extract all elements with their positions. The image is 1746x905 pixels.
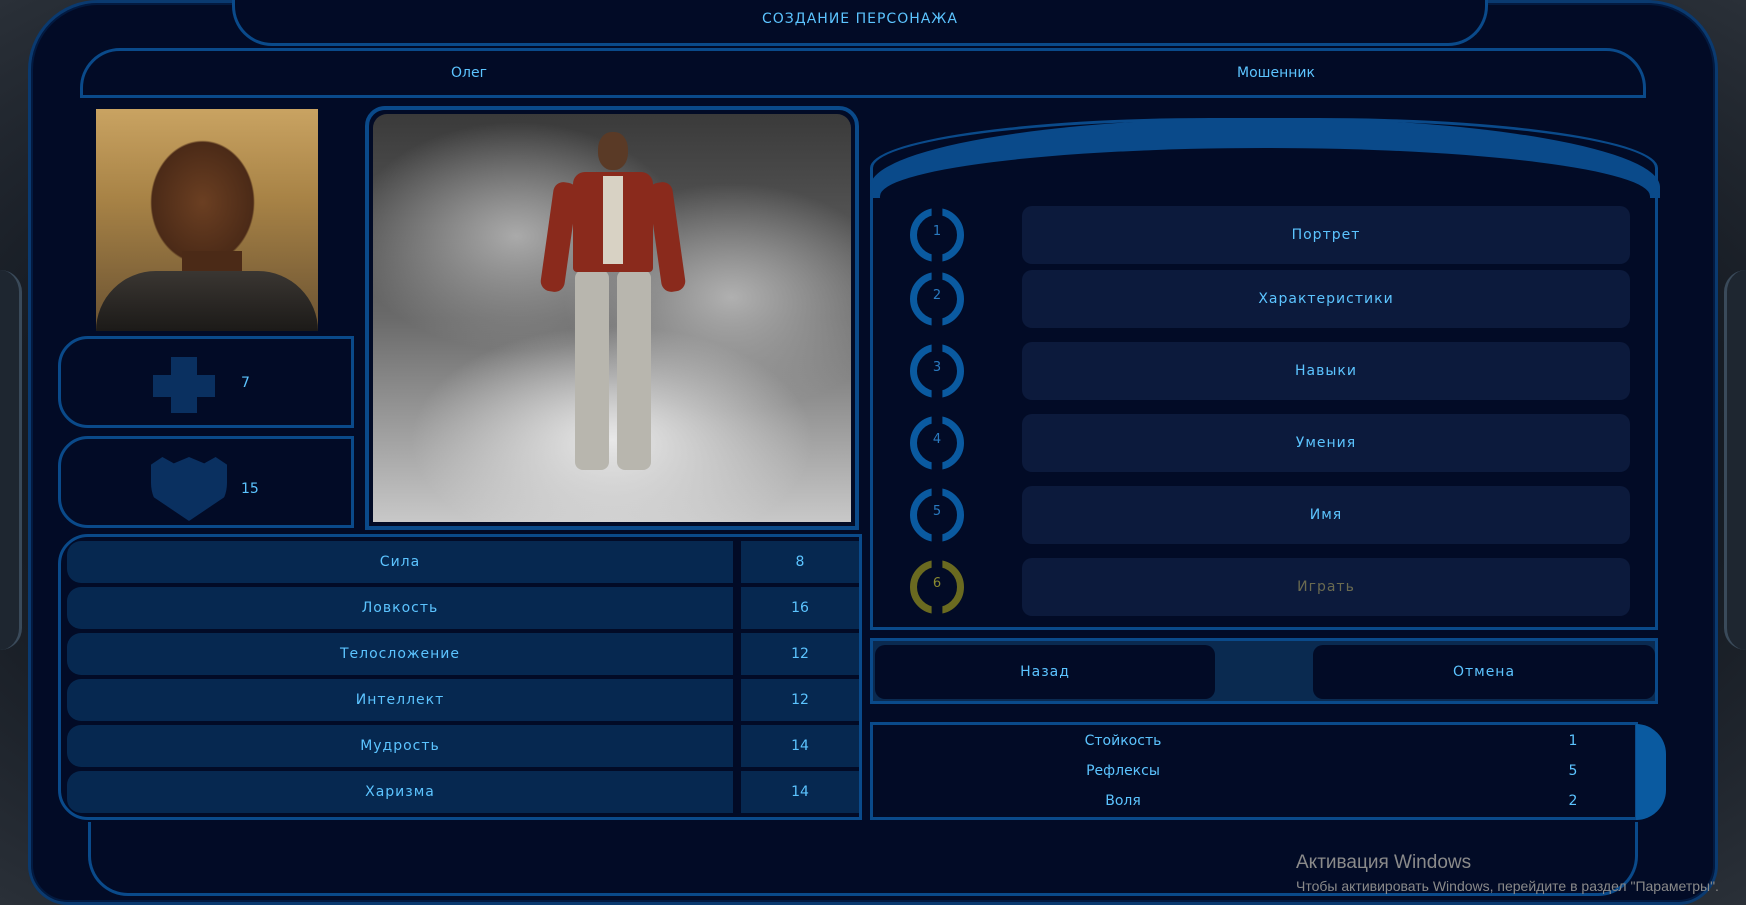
shield-icon (151, 457, 227, 521)
attribute-label: Сила (67, 541, 733, 583)
attribute-value: 12 (741, 633, 859, 675)
step-button[interactable]: Имя (1022, 486, 1630, 544)
attribute-row: Телосложение 12 (67, 633, 859, 675)
step-abilities[interactable]: 2 Характеристики (900, 270, 1630, 328)
attribute-value: 12 (741, 679, 859, 721)
step-number: 4 (932, 432, 942, 447)
step-number: 5 (932, 504, 942, 519)
save-row: Воля 2 (873, 793, 1633, 823)
save-row: Рефлексы 5 (873, 763, 1633, 793)
step-number: 3 (932, 360, 942, 375)
step-name[interactable]: 5 Имя (900, 486, 1630, 544)
health-box: 7 (58, 336, 354, 428)
save-value: 5 (1568, 763, 1578, 779)
back-button[interactable]: Назад (875, 645, 1215, 699)
attribute-row: Сила 8 (67, 541, 859, 583)
step-button[interactable]: Портрет (1022, 206, 1630, 264)
name-bar: Олег Мошенник (80, 48, 1646, 98)
screen-title: СОЗДАНИЕ ПЕРСОНАЖА (232, 0, 1488, 46)
save-value: 2 (1568, 793, 1578, 809)
attribute-value: 16 (741, 587, 859, 629)
attribute-row: Мудрость 14 (67, 725, 859, 767)
attribute-value: 14 (741, 771, 859, 813)
character-name: Олег (451, 65, 487, 81)
attribute-value: 8 (741, 541, 859, 583)
character-class: Мошенник (1237, 65, 1315, 81)
attribute-label: Харизма (67, 771, 733, 813)
navigation-bar: Назад Отмена (870, 638, 1658, 704)
save-value: 1 (1568, 733, 1578, 749)
health-value: 7 (241, 375, 250, 391)
step-number: 6 (932, 576, 942, 591)
attribute-row: Интеллект 12 (67, 679, 859, 721)
step-play[interactable]: 6 Играть (900, 558, 1630, 616)
saving-throws-panel: Стойкость 1 Рефлексы 5 Воля 2 (870, 722, 1638, 820)
saves-panel-cap (1636, 724, 1666, 820)
attribute-label: Интеллект (67, 679, 733, 721)
attribute-row: Ловкость 16 (67, 587, 859, 629)
save-label: Воля (1105, 793, 1141, 809)
save-label: Рефлексы (1086, 763, 1160, 779)
play-button[interactable]: Играть (1022, 558, 1630, 616)
character-model (373, 114, 851, 522)
attributes-table: Сила 8 Ловкость 16 Телосложение 12 Интел… (58, 534, 862, 820)
save-label: Стойкость (1084, 733, 1162, 749)
right-rail (1724, 270, 1746, 650)
attribute-label: Ловкость (67, 587, 733, 629)
step-skills[interactable]: 3 Навыки (900, 342, 1630, 400)
defense-box: 15 (58, 436, 354, 528)
step-button[interactable]: Умения (1022, 414, 1630, 472)
attribute-label: Мудрость (67, 725, 733, 767)
character-portrait (96, 109, 318, 331)
save-row: Стойкость 1 (873, 733, 1633, 763)
left-rail (0, 270, 22, 650)
activation-watermark-title: Активация Windows (1296, 852, 1472, 873)
activation-watermark-subtitle: Чтобы активировать Windows, перейдите в … (1296, 878, 1719, 894)
attribute-value: 14 (741, 725, 859, 767)
step-feats[interactable]: 4 Умения (900, 414, 1630, 472)
cancel-button[interactable]: Отмена (1313, 645, 1655, 699)
attribute-label: Телосложение (67, 633, 733, 675)
step-number: 1 (932, 224, 942, 239)
step-number: 2 (932, 288, 942, 303)
attribute-row: Харизма 14 (67, 771, 859, 813)
step-portrait[interactable]: 1 Портрет (900, 206, 1630, 264)
step-button[interactable]: Характеристики (1022, 270, 1630, 328)
step-button[interactable]: Навыки (1022, 342, 1630, 400)
defense-value: 15 (241, 481, 259, 497)
character-model-view (365, 106, 859, 530)
